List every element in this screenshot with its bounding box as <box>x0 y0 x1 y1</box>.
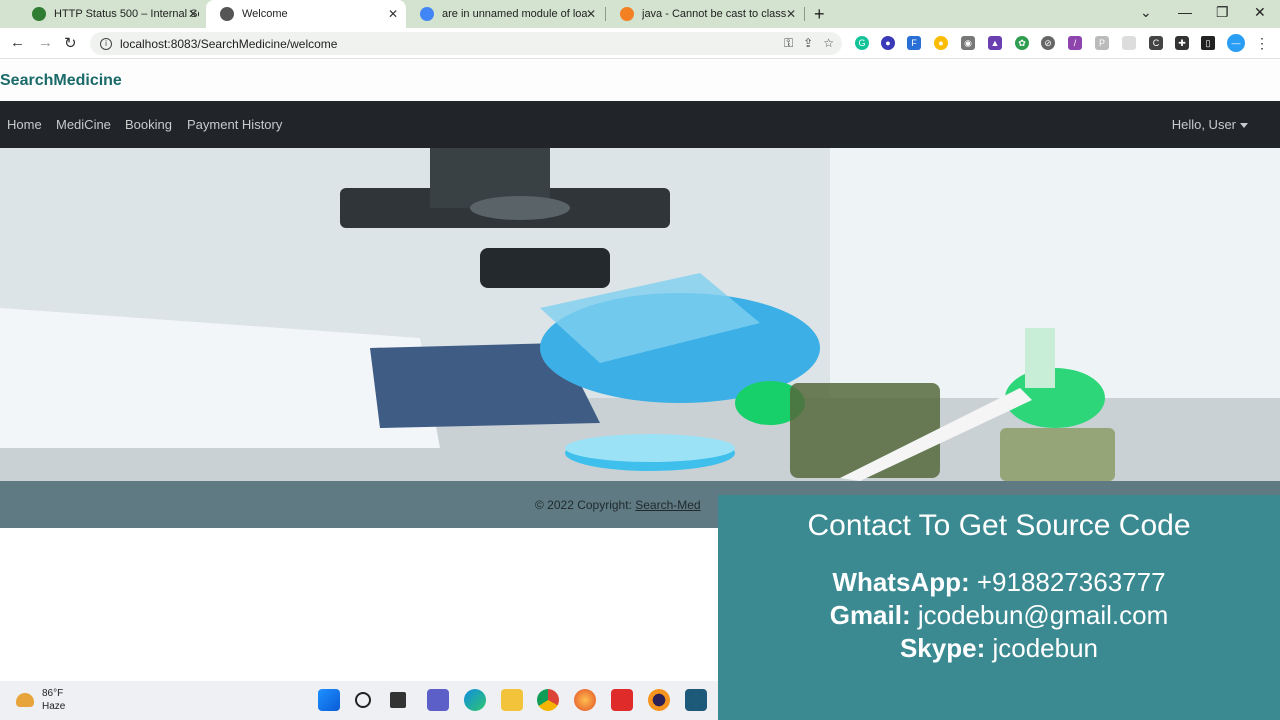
address-bar-row: ← → ↻ i localhost:8083/SearchMedicine/we… <box>0 28 1280 59</box>
gmail-label: Gmail: <box>829 600 911 630</box>
chrome-icon[interactable] <box>537 689 559 711</box>
avatar[interactable]: — <box>1227 34 1245 52</box>
tab-unnamed-module[interactable]: are in unnamed module of loade ✕ <box>406 0 604 28</box>
maximize-icon[interactable]: ❐ <box>1216 4 1229 21</box>
overlay-heading: Contact To Get Source Code <box>807 509 1191 542</box>
extension-icon[interactable]: ▲ <box>988 36 1002 50</box>
nav-medicine[interactable]: MediCine <box>56 117 111 132</box>
tab-java-cast[interactable]: java - Cannot be cast to class be ✕ <box>606 0 804 28</box>
url-field[interactable]: i localhost:8083/SearchMedicine/welcome … <box>90 32 842 55</box>
extension-icon[interactable]: ⊘ <box>1041 36 1055 50</box>
whatsapp-line: WhatsApp: +918827363777 <box>718 567 1280 598</box>
hero-image <box>0 148 1280 481</box>
eclipse-icon[interactable] <box>648 689 670 711</box>
extension-icon[interactable] <box>1122 36 1136 50</box>
weather-text: 86°F Haze <box>42 687 65 713</box>
site-header: SearchMedicine <box>0 60 1280 101</box>
site-brand[interactable]: SearchMedicine <box>0 72 122 90</box>
sidepanel-icon[interactable]: ▯ <box>1201 36 1215 50</box>
kebab-menu-icon[interactable]: ⋮ <box>1255 35 1269 51</box>
browser-tab-bar: HTTP Status 500 – Internal Server ✕ Welc… <box>0 0 1280 28</box>
whatsapp-label: WhatsApp: <box>832 567 970 597</box>
app-icon[interactable] <box>685 689 707 711</box>
tab-separator <box>804 7 805 21</box>
forward-arrow-icon[interactable]: → <box>38 34 53 51</box>
info-icon[interactable]: i <box>100 37 112 50</box>
close-tab-icon[interactable]: ✕ <box>188 7 198 21</box>
close-tab-icon[interactable]: ✕ <box>388 7 398 21</box>
extension-icon[interactable]: P <box>1095 36 1109 50</box>
skype-value: jcodebun <box>992 633 1099 663</box>
minimize-icon[interactable]: — <box>1178 4 1192 20</box>
star-icon[interactable]: ☆ <box>823 36 834 51</box>
tab-title: HTTP Status 500 – Internal Server <box>54 8 199 20</box>
wps-office-icon[interactable] <box>611 689 633 711</box>
chevron-down-icon[interactable]: ⌄ <box>1140 4 1152 21</box>
extension-icon[interactable]: ● <box>934 36 948 50</box>
tab-title: Welcome <box>242 8 288 20</box>
contact-overlay: Contact To Get Source Code WhatsApp: +91… <box>718 495 1280 720</box>
nav-booking[interactable]: Booking <box>125 117 172 132</box>
user-greeting: Hello, User <box>1171 117 1236 132</box>
close-tab-icon[interactable]: ✕ <box>786 7 796 21</box>
lab-scene-illustration <box>0 148 1280 481</box>
tab-welcome[interactable]: Welcome ✕ <box>206 0 406 28</box>
omnibox-icons: ⚿ ⇪ ☆ <box>784 36 834 51</box>
puzzle-icon[interactable]: ✚ <box>1175 36 1189 50</box>
footer-link[interactable]: Search-Med <box>635 498 700 512</box>
copyright-prefix: © 2022 Copyright: <box>535 498 636 512</box>
user-dropdown[interactable]: Hello, User <box>1172 117 1248 132</box>
skype-line: Skype: jcodebun <box>718 633 1280 664</box>
extension-icon[interactable]: ✿ <box>1015 36 1029 50</box>
plus-icon[interactable]: + <box>814 4 825 25</box>
main-navbar: Home MediCine Booking Payment History He… <box>0 101 1280 148</box>
nav-home[interactable]: Home <box>7 117 42 132</box>
windows-taskbar: 86°F Haze <box>0 681 718 720</box>
task-view-icon[interactable] <box>390 692 406 708</box>
grammarly-extension-icon[interactable]: G <box>855 36 869 50</box>
weather-condition: Haze <box>42 701 66 712</box>
gmail-line: Gmail: jcodebun@gmail.com <box>718 600 1280 631</box>
temperature: 86°F <box>42 688 64 699</box>
share-icon[interactable]: ⇪ <box>803 36 813 51</box>
tab-title: java - Cannot be cast to class be <box>642 8 787 20</box>
google-icon <box>420 7 434 21</box>
back-arrow-icon[interactable]: ← <box>10 34 25 51</box>
firefox-icon[interactable] <box>574 689 596 711</box>
globe-icon <box>220 7 234 21</box>
globe-icon <box>32 7 46 21</box>
file-explorer-icon[interactable] <box>501 689 523 711</box>
extension-icon[interactable]: C <box>1149 36 1163 50</box>
close-tab-icon[interactable]: ✕ <box>586 7 596 21</box>
skype-label: Skype: <box>899 633 986 663</box>
key-icon[interactable]: ⚿ <box>784 36 793 51</box>
url-text[interactable]: localhost:8083/SearchMedicine/welcome <box>120 37 337 51</box>
caret-down-icon <box>1240 123 1248 129</box>
nav-payment-history[interactable]: Payment History <box>187 117 282 132</box>
edge-icon[interactable] <box>464 689 486 711</box>
extension-icon[interactable]: / <box>1068 36 1082 50</box>
whatsapp-value: +918827363777 <box>976 567 1166 597</box>
close-window-icon[interactable]: ✕ <box>1254 4 1266 21</box>
search-icon[interactable] <box>355 692 371 708</box>
camera-icon[interactable]: ◉ <box>961 36 975 50</box>
weather-widget[interactable]: 86°F Haze <box>16 687 65 713</box>
copyright-text: © 2022 Copyright: Search-Med <box>535 498 701 512</box>
teams-chat-icon[interactable] <box>427 689 449 711</box>
extension-icon[interactable]: ● <box>881 36 895 50</box>
tab-http-status[interactable]: HTTP Status 500 – Internal Server ✕ <box>18 0 206 28</box>
reload-icon[interactable]: ↻ <box>64 34 77 52</box>
extension-icon[interactable]: F <box>907 36 921 50</box>
gmail-value: jcodebun@gmail.com <box>917 600 1169 630</box>
tab-title: are in unnamed module of loade <box>442 8 587 20</box>
windows-start-icon[interactable] <box>318 689 340 711</box>
stackoverflow-icon <box>620 7 634 21</box>
weather-haze-icon <box>16 693 34 707</box>
